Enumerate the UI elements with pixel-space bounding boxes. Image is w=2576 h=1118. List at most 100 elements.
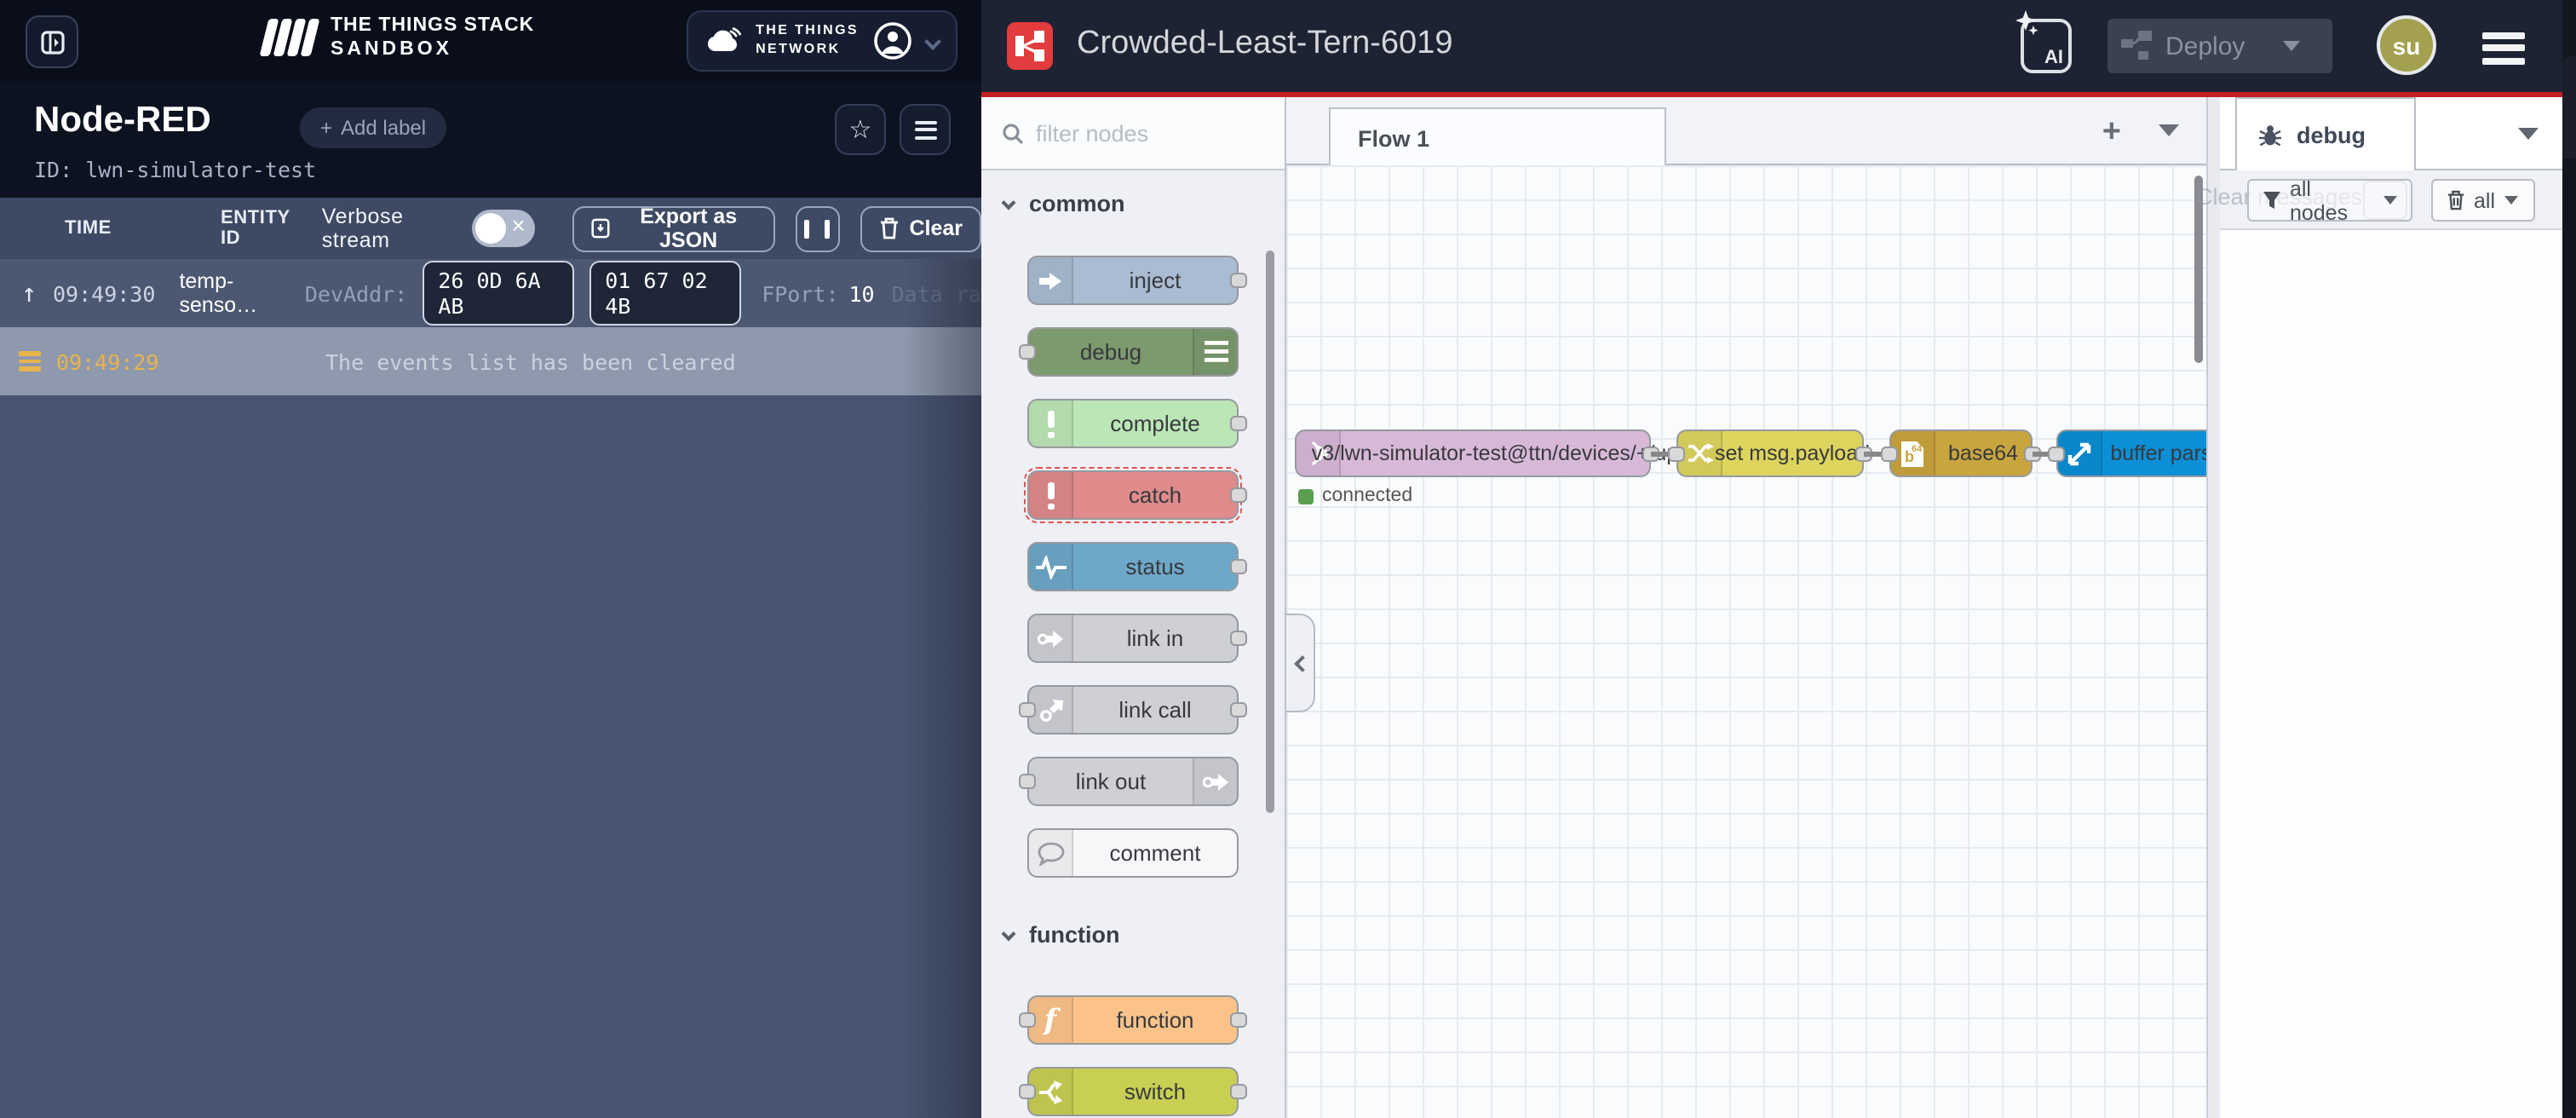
node-comment[interactable]: comment <box>1027 828 1239 878</box>
hamburger-icon <box>914 116 936 143</box>
input-port <box>1019 344 1036 360</box>
tab-debug[interactable]: debug <box>2235 97 2416 170</box>
debug-filter-button[interactable]: all nodes <box>2247 179 2412 222</box>
node-label: debug <box>1029 329 1193 375</box>
palette-category-common[interactable]: common <box>981 170 1285 218</box>
bookmark-button[interactable]: ☆ <box>835 104 886 155</box>
node-base64[interactable]: b64base64 <box>1889 429 2033 477</box>
tts-console-panel: THE THINGS STACK SANDBOX THE THINGS NETW… <box>0 0 981 1118</box>
deploy-label: Deploy <box>2165 32 2245 61</box>
node-label: buffer parser <box>2102 431 2206 475</box>
node-switch[interactable]: switch <box>1027 1067 1239 1116</box>
event-entity-id: temp-senso… <box>179 269 304 317</box>
add-label-button[interactable]: + Add label <box>300 107 446 148</box>
palette-collapse-tab[interactable] <box>1286 614 1315 712</box>
tts-logo: THE THINGS STACK SANDBOX <box>264 14 534 63</box>
event-time: 09:49:29 <box>56 349 162 374</box>
add-flow-button[interactable]: + <box>2102 114 2121 152</box>
flow-canvas[interactable]: v3/lwn-simulator-test@ttn/devices/+/upco… <box>1286 165 2206 1118</box>
node-complete[interactable]: complete <box>1027 399 1239 448</box>
time-column-label: TIME <box>65 218 112 239</box>
network-cluster-button[interactable]: THE THINGS NETWORK <box>686 10 957 72</box>
svg-text:64: 64 <box>1912 443 1923 453</box>
title-menu-button[interactable] <box>900 104 951 155</box>
tts-header: THE THINGS STACK SANDBOX THE THINGS NETW… <box>0 0 981 82</box>
node-label: link out <box>1029 758 1193 804</box>
palette-node-list: ffunction switch <box>981 949 1285 1116</box>
category-label: common <box>1029 190 1125 216</box>
application-id: ID: lwn-simulator-test <box>34 157 316 182</box>
sidebar-toggle-button[interactable] <box>26 15 78 68</box>
debug-messages-panel <box>2220 230 2562 1118</box>
user-avatar[interactable]: su <box>2377 15 2436 75</box>
exclamation-icon <box>1029 401 1073 447</box>
node-link-in[interactable]: link in <box>1027 614 1239 663</box>
background-window-edge <box>2562 0 2576 1118</box>
palette-category-function[interactable]: function <box>981 902 1285 949</box>
event-row-uplink[interactable]: ↑ 09:49:30 temp-senso… DevAddr: 26 0D 6A… <box>0 259 981 327</box>
node-function[interactable]: ffunction <box>1027 995 1239 1045</box>
sidebar-collapse-icon[interactable] <box>2518 128 2539 140</box>
ai-assistant-button[interactable]: AI <box>2021 19 2072 73</box>
sidebar-resize-handle[interactable] <box>2206 97 2220 1118</box>
main-menu-button[interactable] <box>2482 26 2525 70</box>
payload-chip[interactable]: 01 67 02 4B <box>589 261 741 326</box>
node-link-call[interactable]: link call <box>1027 685 1239 735</box>
node-link-out[interactable]: link out <box>1027 757 1239 806</box>
tts-logo-line1: THE THINGS STACK <box>331 14 534 38</box>
flow-list-dropdown-icon[interactable] <box>2159 124 2179 136</box>
ai-label: AI <box>2044 48 2063 68</box>
debug-clear-button[interactable]: all <box>2431 179 2535 222</box>
palette-node-list: inject debug complete catch status link in lin… <box>981 218 1285 878</box>
input-port <box>1019 1012 1036 1028</box>
export-json-button[interactable]: Export as JSON <box>573 205 775 251</box>
node-buffer-parser[interactable]: buffer parser <box>2056 429 2206 477</box>
output-port <box>1230 559 1247 574</box>
verbose-stream-toggle[interactable]: × <box>472 210 536 247</box>
event-time: 09:49:30 <box>53 280 155 306</box>
palette-scrollbar[interactable] <box>1266 251 1274 813</box>
toggle-x-icon: × <box>511 211 525 239</box>
devaddr-chip[interactable]: 26 0D 6A AB <box>423 261 574 326</box>
fport-value: 10 <box>849 280 875 306</box>
node-label: base64 <box>1935 431 2031 475</box>
node-inject[interactable]: inject <box>1027 256 1239 305</box>
devaddr-label: DevAddr: <box>305 280 407 306</box>
panel-collapse-icon <box>38 28 66 55</box>
node-debug[interactable]: debug <box>1027 327 1239 377</box>
chevron-down-icon <box>1002 927 1016 942</box>
output-port <box>1230 631 1247 646</box>
trash-icon <box>878 216 899 240</box>
output-port <box>1230 1084 1247 1099</box>
status-dot-icon <box>1298 488 1314 504</box>
tts-logo-line2: SANDBOX <box>331 38 534 63</box>
tts-title-bar: Node-RED + Add label ID: lwn-simulator-t… <box>0 82 981 198</box>
node-set-msg-payload[interactable]: set msg.payload <box>1676 429 1864 477</box>
verbose-stream-label: Verbose stream <box>322 205 455 252</box>
node-red-header: Crowded-Least-Tern-6019 AI Deploy su <box>981 0 2562 92</box>
deploy-dropdown-icon[interactable] <box>2282 41 2299 51</box>
node-status[interactable]: status <box>1027 542 1239 591</box>
node-label: status <box>1073 544 1237 590</box>
input-port <box>1019 1084 1036 1099</box>
deploy-button[interactable]: Deploy <box>2107 19 2332 73</box>
clear-events-button[interactable]: Clear <box>860 205 981 251</box>
node-label: switch <box>1073 1069 1237 1115</box>
flow-canvas-area: Flow 1 + v3/lwn-simulator-test@ttn/devic… <box>1286 97 2206 1118</box>
star-icon: ☆ <box>849 114 872 145</box>
bug-icon <box>2257 122 2283 147</box>
output-port <box>1230 273 1247 288</box>
uplink-arrow-icon: ↑ <box>19 278 39 308</box>
flow-tab-bar: Flow 1 + <box>1286 97 2206 165</box>
node-catch[interactable]: catch <box>1027 470 1239 520</box>
exclamation-icon <box>1029 472 1073 518</box>
event-row-cleared[interactable]: 09:49:29 The events list has been cleare… <box>0 327 981 395</box>
pause-stream-button[interactable] <box>796 205 840 251</box>
tab-flow-1[interactable]: Flow 1 <box>1329 107 1666 167</box>
node-v3-lwn-simulator-test-ttn-devices-up[interactable]: v3/lwn-simulator-test@ttn/devices/+/up <box>1295 429 1651 477</box>
account-icon <box>872 20 913 61</box>
palette-search[interactable]: filter nodes <box>981 97 1285 170</box>
node-label: function <box>1073 997 1237 1043</box>
chevron-down-icon <box>2504 196 2517 205</box>
output-port <box>1230 416 1247 431</box>
